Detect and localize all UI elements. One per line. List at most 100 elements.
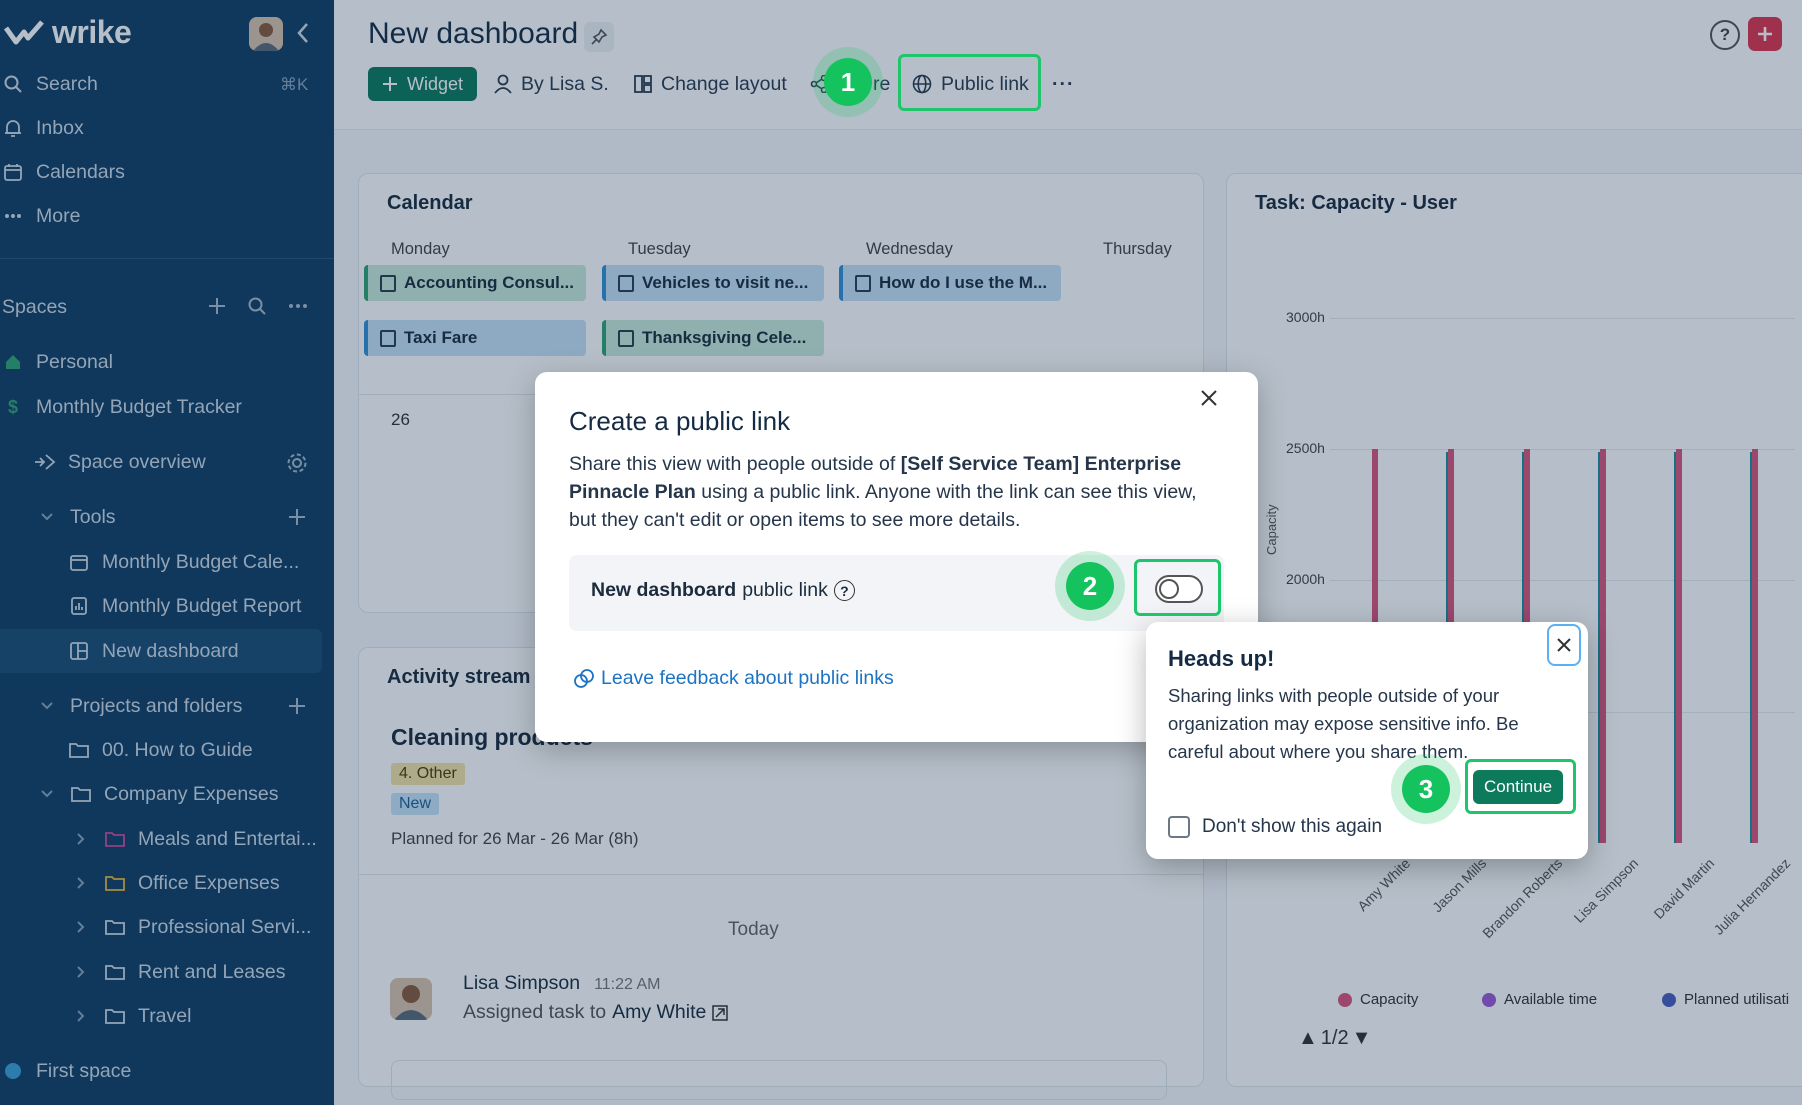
dont-show-checkbox[interactable]: Don't show this again <box>1168 816 1382 838</box>
search-label: Search <box>36 72 98 95</box>
more-options-button[interactable]: ··· <box>1052 67 1074 101</box>
open-task-icon[interactable] <box>712 1004 729 1021</box>
sidebar-item-personal[interactable]: Personal <box>2 344 113 380</box>
sidebar-item-tool[interactable]: New dashboard <box>68 633 239 669</box>
sidebar-folder[interactable]: Company Expenses <box>36 776 279 812</box>
y-tick-label: 3000h <box>1286 308 1325 325</box>
sidebar-item-label: 00. How to Guide <box>102 738 253 761</box>
help-icon[interactable]: ? <box>833 580 855 601</box>
sidebar-item-label: Calendars <box>36 160 125 183</box>
add-button[interactable] <box>1748 17 1782 51</box>
change-layout-button[interactable]: Change layout <box>634 67 787 101</box>
projects-label: Projects and folders <box>70 694 243 717</box>
wrike-logo[interactable]: wrike <box>4 14 132 51</box>
status-badge: New <box>391 793 440 815</box>
folder-icon <box>70 786 92 802</box>
report-icon <box>68 597 90 615</box>
status-badge: 4. Other <box>391 763 465 785</box>
legend-label: Planned utilisati <box>1684 991 1790 1008</box>
pin-icon[interactable] <box>584 22 614 52</box>
heads-up-popover: Heads up! Sharing links with people outs… <box>1146 622 1588 859</box>
calendar-event[interactable]: Thanksgiving Cele... <box>602 320 824 356</box>
sidebar-subfolder[interactable]: Office Expenses <box>70 865 280 901</box>
chart-bar[interactable] <box>1676 448 1682 843</box>
sidebar-item-space-overview[interactable]: Space overview <box>34 444 206 480</box>
sidebar-subfolder[interactable]: Professional Servi... <box>70 909 311 945</box>
capacity-title: Task: Capacity - User <box>1255 192 1457 214</box>
highlight-continue <box>1465 759 1576 814</box>
sidebar-tools-header[interactable]: Tools <box>36 499 116 535</box>
popover-title: Heads up! <box>1168 646 1275 671</box>
chart-bar[interactable] <box>1752 448 1758 843</box>
search-spaces-icon[interactable] <box>248 297 266 315</box>
add-space-icon[interactable] <box>208 297 226 315</box>
sidebar-item-label: Office Expenses <box>138 871 280 894</box>
calendar-event[interactable]: How do I use the M... <box>839 265 1061 301</box>
add-widget-button[interactable]: Widget <box>368 67 478 101</box>
add-project-icon[interactable] <box>288 697 306 715</box>
sidebar-projects-header[interactable]: Projects and folders <box>36 688 242 724</box>
activity-comment-box[interactable] <box>391 1060 1167 1100</box>
avatar[interactable] <box>249 17 283 51</box>
close-icon[interactable] <box>1194 383 1224 413</box>
sidebar-search[interactable]: Search <box>2 66 98 102</box>
home-icon <box>2 353 24 371</box>
tools-label: Tools <box>70 505 116 528</box>
collapse-sidebar-icon[interactable] <box>296 22 310 44</box>
public-link-row: New dashboard public link ? <box>569 555 1224 631</box>
gear-icon[interactable] <box>286 452 308 474</box>
feedback-icon <box>574 668 594 688</box>
chevron-right-icon <box>70 1009 92 1023</box>
sidebar-subfolder[interactable]: Meals and Entertai... <box>70 821 317 857</box>
event-label: Taxi Fare <box>404 328 478 347</box>
calendar-event[interactable]: Accounting Consul... <box>364 265 586 301</box>
calendar-event[interactable]: Vehicles to visit ne... <box>602 265 824 301</box>
legend-item[interactable]: Capacity <box>1338 991 1418 1008</box>
chart-bar[interactable] <box>1600 448 1606 843</box>
link-name: New dashboard <box>591 579 737 601</box>
page-title: New dashboard <box>368 17 579 50</box>
help-icon[interactable]: ? <box>1710 20 1740 50</box>
owner-button[interactable]: By Lisa S. <box>494 67 609 101</box>
close-icon[interactable] <box>1547 624 1581 666</box>
sidebar-subfolder[interactable]: Travel <box>70 998 191 1034</box>
sidebar-item-more[interactable]: More <box>2 198 80 234</box>
pager-up-icon[interactable]: ▲ <box>1298 1027 1318 1050</box>
sidebar-item-label: Personal <box>36 350 113 373</box>
search-shortcut: ⌘K <box>280 75 309 94</box>
overview-icon <box>34 453 56 471</box>
sidebar-item-first-space[interactable]: First space <box>2 1053 131 1089</box>
activity-assignee[interactable]: Amy White <box>612 1001 706 1024</box>
feedback-link[interactable]: Leave feedback about public links <box>573 667 894 690</box>
sidebar-item-calendars[interactable]: Calendars <box>2 154 125 190</box>
owner-label: By Lisa S. <box>521 72 609 95</box>
desc-text: Share this view with people outside of <box>569 453 901 475</box>
task-icon <box>855 274 871 292</box>
sidebar-folder[interactable]: 00. How to Guide <box>68 732 253 768</box>
sidebar-item-tool[interactable]: Monthly Budget Cale... <box>68 544 299 580</box>
dashboard-header: New dashboard ? Widget By Lisa S. Change… <box>334 0 1802 130</box>
sidebar-item-tool[interactable]: Monthly Budget Report <box>68 588 301 624</box>
plus-icon <box>383 77 397 91</box>
popover-description: Sharing links with people outside of you… <box>1168 685 1519 762</box>
sidebar-item-space[interactable]: $ Monthly Budget Tracker <box>2 389 242 425</box>
pager-down-icon[interactable]: ▼ <box>1352 1027 1372 1050</box>
event-label: Vehicles to visit ne... <box>642 273 809 292</box>
search-icon <box>2 75 24 93</box>
spaces-more-icon[interactable] <box>288 297 308 315</box>
sidebar-subfolder[interactable]: Rent and Leases <box>70 954 285 990</box>
wrike-check-icon <box>4 19 44 44</box>
legend-item[interactable]: Available time <box>1482 991 1597 1008</box>
chart-gridline <box>1330 448 1795 450</box>
add-tool-icon[interactable] <box>288 508 306 526</box>
highlight-toggle <box>1134 559 1221 616</box>
sidebar-item-inbox[interactable]: Inbox <box>2 110 84 146</box>
legend-swatch <box>1662 992 1676 1007</box>
sidebar: wrike Search ⌘K Inbox Calendars More Spa… <box>0 0 334 1105</box>
activity-user[interactable]: Lisa Simpson <box>463 972 580 995</box>
checkbox-box[interactable] <box>1168 816 1190 838</box>
legend-item[interactable]: Planned utilisati <box>1662 991 1789 1008</box>
calendar-event[interactable]: Taxi Fare <box>364 320 586 356</box>
calendar-icon <box>68 553 90 571</box>
chevron-down-icon <box>36 789 58 799</box>
